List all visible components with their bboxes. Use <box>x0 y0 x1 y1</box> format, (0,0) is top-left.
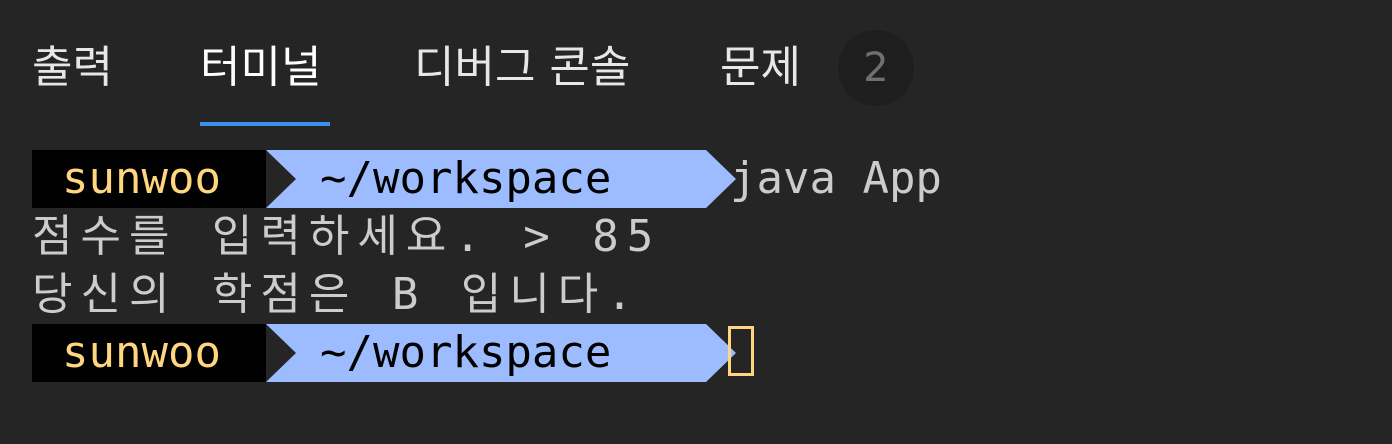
terminal-line: 점수를 입력하세요. > 85 <box>32 208 1372 266</box>
terminal-output[interactable]: sunwoo ~/workspace java App 점수를 입력하세요. >… <box>32 150 1372 382</box>
output-text: 당신의 학점은 B 입니다. <box>32 269 641 320</box>
tab-debug-console[interactable]: 디버그 콘솔 <box>414 40 630 96</box>
terminal-cursor-icon <box>728 326 754 376</box>
prompt-path-text: ~/workspace <box>320 327 612 378</box>
prompt-user: sunwoo <box>32 150 266 208</box>
terminal-line: sunwoo ~/workspace <box>32 324 1372 382</box>
tab-output[interactable]: 출력 <box>32 40 113 96</box>
tab-problems[interactable]: 문제 <box>720 40 801 96</box>
panel-tab-bar: 출력 터미널 디버그 콘솔 문제 2 <box>0 0 1392 130</box>
command-text: java App <box>730 153 942 204</box>
output-text: 점수를 입력하세요. > 85 <box>32 211 662 262</box>
terminal-panel: 출력 터미널 디버그 콘솔 문제 2 sunwoo ~/workspace ja… <box>0 0 1392 444</box>
problems-count-badge: 2 <box>838 30 914 106</box>
prompt-path-segment: ~/workspace <box>266 150 736 208</box>
tab-terminal[interactable]: 터미널 <box>200 40 321 96</box>
terminal-line: sunwoo ~/workspace java App <box>32 150 1372 208</box>
prompt-user: sunwoo <box>32 324 266 382</box>
terminal-line: 당신의 학점은 B 입니다. <box>32 266 1372 324</box>
prompt-path-segment: ~/workspace <box>266 324 736 382</box>
active-tab-indicator <box>200 122 330 126</box>
prompt-path-text: ~/workspace <box>320 153 612 204</box>
